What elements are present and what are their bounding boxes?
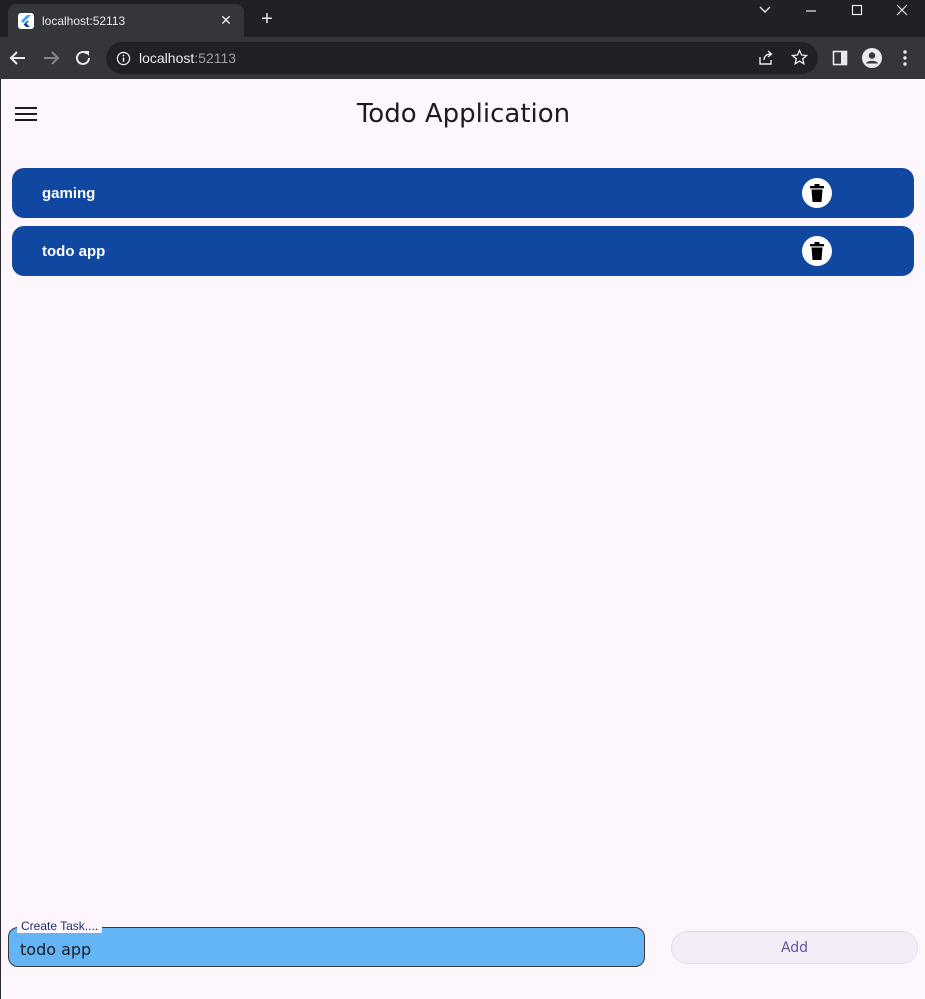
new-tab-button[interactable]: +: [256, 8, 278, 30]
todo-text: gaming: [42, 184, 96, 202]
todo-text: todo app: [42, 242, 106, 260]
browser-toolbar: localhost:52113: [0, 37, 925, 79]
address-bar[interactable]: localhost:52113: [106, 42, 818, 74]
back-icon[interactable]: [6, 46, 30, 70]
minimize-icon[interactable]: [788, 0, 834, 20]
todo-list: gaming todo app: [12, 168, 914, 284]
list-item[interactable]: gaming: [12, 168, 914, 218]
trash-icon: [810, 184, 824, 202]
reload-icon[interactable]: [71, 46, 95, 70]
delete-button[interactable]: [802, 236, 832, 266]
maximize-icon[interactable]: [834, 0, 880, 20]
close-window-icon[interactable]: [879, 0, 925, 20]
app-page: Todo Application gaming todo app Create …: [0, 79, 925, 999]
tab-title: localhost:52113: [42, 13, 126, 28]
info-icon[interactable]: [116, 51, 131, 66]
sidepanel-icon[interactable]: [828, 46, 852, 70]
url-port: :52113: [194, 50, 237, 66]
delete-button[interactable]: [802, 178, 832, 208]
url-text: localhost:52113: [139, 50, 236, 66]
share-icon[interactable]: [758, 50, 774, 66]
forward-icon[interactable]: [39, 46, 63, 70]
browser-tab[interactable]: localhost:52113 ✕: [8, 4, 244, 37]
tab-search-icon[interactable]: [742, 0, 788, 20]
trash-icon: [810, 242, 824, 260]
page-title: Todo Application: [356, 99, 571, 129]
kebab-menu-icon[interactable]: [893, 46, 917, 70]
url-host: localhost: [139, 50, 195, 66]
create-task-input[interactable]: [20, 940, 620, 959]
add-button[interactable]: Add: [671, 931, 918, 964]
profile-icon[interactable]: [860, 46, 884, 70]
star-icon[interactable]: [791, 49, 808, 66]
create-task-label: Create Task....: [17, 919, 103, 933]
tab-close-icon[interactable]: ✕: [218, 12, 234, 29]
browser-tabstrip: localhost:52113 ✕ +: [0, 0, 925, 37]
list-item[interactable]: todo app: [12, 226, 914, 276]
create-task-field[interactable]: Create Task....: [8, 919, 645, 967]
flutter-favicon-icon: [18, 12, 34, 29]
